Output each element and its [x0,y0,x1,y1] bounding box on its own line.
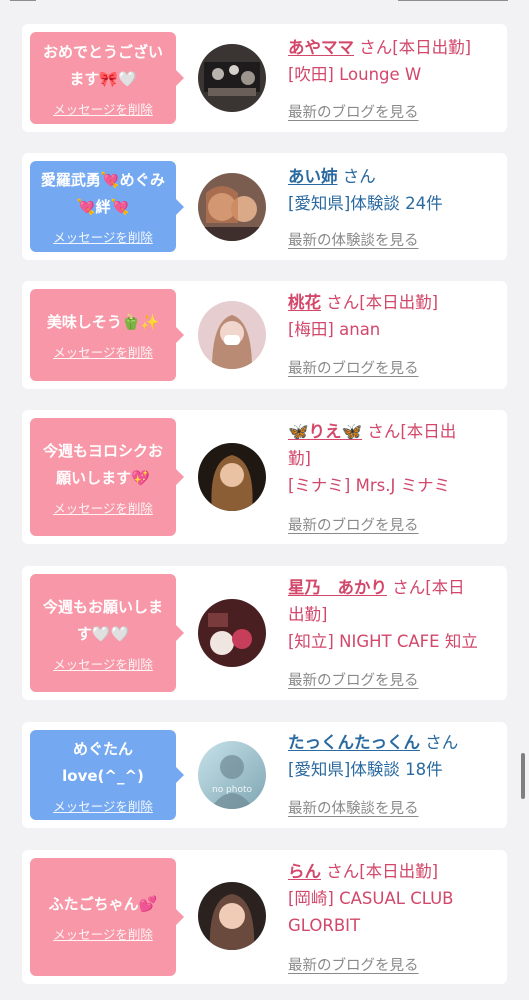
message-card: めぐたん love(^_^) メッセージを削除 no photo たっくんたっく… [22,722,507,828]
message-bubble: 今週もヨロシクお 願いします💖 メッセージを削除 [30,418,184,536]
avatar[interactable] [198,882,266,950]
message-bubble: おめでとうござい ます🎀🤍 メッセージを削除 [30,32,184,124]
user-status: さん[本日出勤] [354,38,472,57]
latest-blog-link[interactable]: 最新のブログを見る [288,101,419,122]
user-name-link[interactable]: 🦋りえ🦋 [288,422,362,441]
user-name-link[interactable]: あい姉 [288,167,338,186]
latest-blog-link[interactable]: 最新のブログを見る [288,514,419,535]
delete-message-link[interactable]: メッセージを削除 [53,796,153,815]
avatar[interactable] [198,173,266,241]
no-photo-label: no photo [211,785,253,795]
message-card: ふたごちゃん💕 メッセージを削除 らん さん[本日出勤] [岡崎] CASUAL… [22,850,507,984]
avatar[interactable] [198,599,266,667]
message-bubble: めぐたん love(^_^) メッセージを削除 [30,730,184,820]
user-name-link[interactable]: 桃花 [288,293,321,312]
delete-message-link[interactable]: メッセージを削除 [53,99,153,118]
message-card: 今週もお願いしま す🤍🤍 メッセージを削除 星乃 あかり さん[本日 出勤] [… [22,566,507,700]
latest-review-link[interactable]: 最新の体験談を見る [288,797,419,818]
message-text: 今週もお願いしま す🤍🤍 [42,597,163,643]
delete-message-link[interactable]: メッセージを削除 [53,924,153,943]
latest-review-link[interactable]: 最新の体験談を見る [288,229,419,250]
user-status: さん [420,733,459,752]
avatar[interactable] [198,443,266,511]
message-text: 愛羅武勇💘めぐみ 💘絆💘 [40,171,166,216]
message-bubble: 今週もお願いしま す🤍🤍 メッセージを削除 [30,574,184,692]
shop-info: [知立] NIGHT CAFE 知立 [288,632,478,651]
latest-blog-link[interactable]: 最新のブログを見る [288,669,419,690]
message-text: 美味しそう🫑✨ [46,313,160,331]
message-bubble: 愛羅武勇💘めぐみ 💘絆💘 メッセージを削除 [30,161,184,252]
no-photo-avatar[interactable]: no photo [198,741,266,809]
user-name-link[interactable]: たっくんたっくん [288,733,420,752]
message-card: 美味しそう🫑✨ メッセージを削除 桃花 さん[本日出勤] [梅田] anan 最… [22,281,507,389]
shop-info: [ミナミ] Mrs.J ミナミ [288,476,451,495]
previous-section-edge [0,0,529,6]
message-card: 愛羅武勇💘めぐみ 💘絆💘 メッセージを削除 あい姉 さん [愛知県]体験談 24… [22,153,507,260]
message-text: めぐたん love(^_^) [62,739,144,785]
avatar[interactable] [198,301,266,369]
delete-message-link[interactable]: メッセージを削除 [53,342,153,361]
scrollbar[interactable] [521,753,525,799]
message-bubble: ふたごちゃん💕 メッセージを削除 [30,858,184,976]
user-status: さん[本日出勤] [321,862,439,881]
message-text: おめでとうござい ます🎀🤍 [42,42,163,88]
delete-message-link[interactable]: メッセージを削除 [53,498,153,517]
message-text: 今週もヨロシクお 願いします💖 [42,441,163,487]
user-name-link[interactable]: 星乃 あかり [288,578,387,597]
delete-message-link[interactable]: メッセージを削除 [53,654,153,673]
message-card: おめでとうござい ます🎀🤍 メッセージを削除 あやママ さん[本日出勤] [吹田… [22,24,507,132]
review-count: [愛知県]体験談 24件 [288,194,443,213]
user-name-link[interactable]: あやママ [288,38,354,57]
user-status: さん[本日出勤] [321,293,439,312]
shop-info: [吹田] Lounge W [288,65,422,84]
user-status: さん [337,167,376,186]
message-card: 今週もヨロシクお 願いします💖 メッセージを削除 🦋りえ🦋 さん[本日出 勤] … [22,410,507,544]
review-count: [愛知県]体験談 18件 [288,760,443,779]
delete-message-link[interactable]: メッセージを削除 [53,227,153,246]
shop-info: [梅田] anan [288,320,381,339]
user-name-link[interactable]: らん [288,862,321,881]
latest-blog-link[interactable]: 最新のブログを見る [288,954,419,975]
message-text: ふたごちゃん💕 [48,895,158,913]
latest-blog-link[interactable]: 最新のブログを見る [288,357,419,378]
shop-info: [岡崎] CASUAL CLUB GLORBIT [288,889,454,935]
message-bubble: 美味しそう🫑✨ メッセージを削除 [30,289,184,381]
avatar[interactable] [198,44,266,112]
